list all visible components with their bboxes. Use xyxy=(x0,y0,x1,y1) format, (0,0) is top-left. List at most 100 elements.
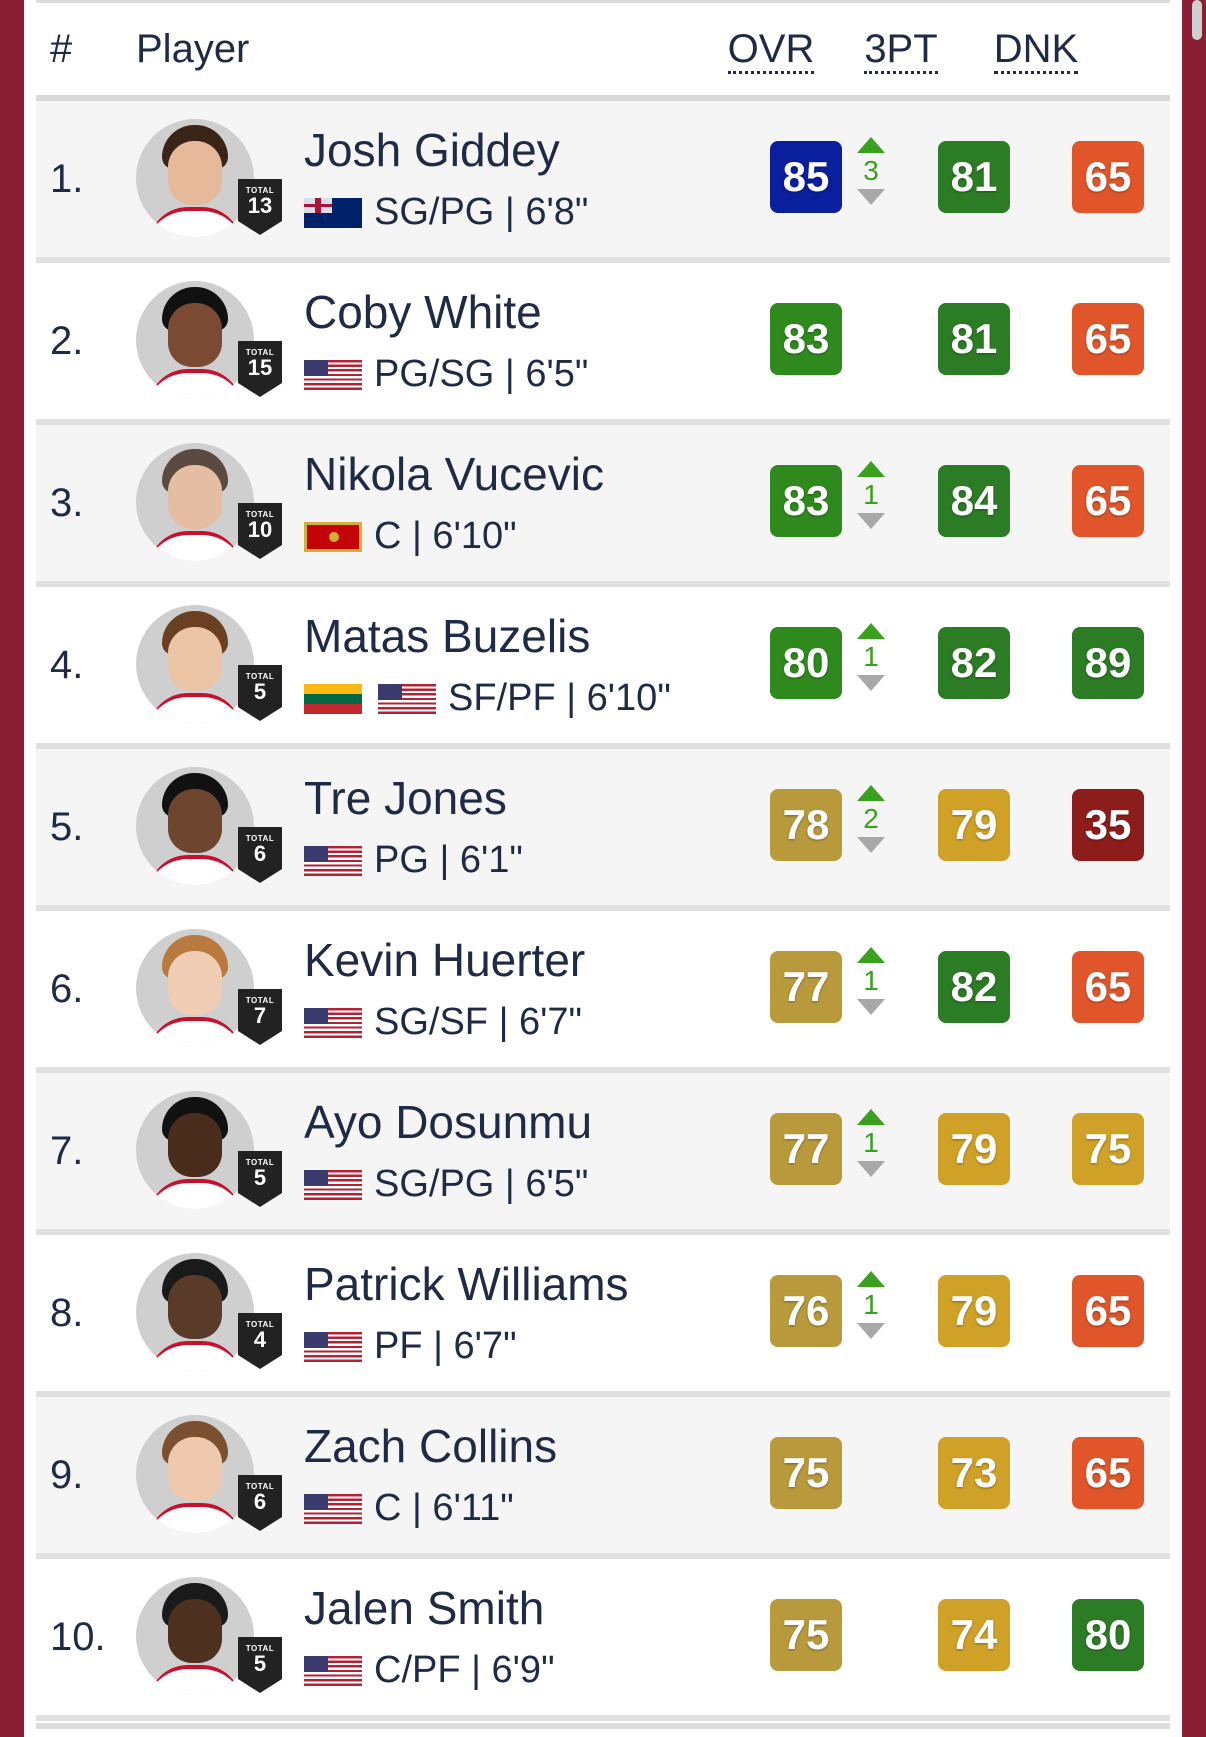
face-shape xyxy=(168,1275,222,1339)
player-info: SG/PG | 6'5" xyxy=(304,1163,588,1206)
player-avatar[interactable] xyxy=(136,1577,254,1695)
flag-icon-us xyxy=(304,1331,362,1362)
arrow-up-icon xyxy=(857,1109,885,1125)
position-height: SG/PG | 6'5" xyxy=(374,1163,589,1205)
player-row[interactable]: 4. TOTAL 5 Matas Buzelis SF/PF | 6'10" 80 1 82 8… xyxy=(36,587,1170,749)
player-row[interactable]: 5. TOTAL 6 Tre Jones PG | 6'1" 78 2 79 35 xyxy=(36,749,1170,911)
3pt-rating: 81 xyxy=(938,303,1010,375)
player-name[interactable]: Patrick Williams xyxy=(304,1257,629,1311)
badge-number: 6 xyxy=(253,841,267,866)
player-name[interactable]: Ayo Dosunmu xyxy=(304,1095,592,1149)
rating-change-value: 3 xyxy=(863,155,879,186)
player-row[interactable]: 10. TOTAL 5 Jalen Smith C/PF | 6'9" 75 74 80 xyxy=(36,1559,1170,1721)
player-avatar[interactable] xyxy=(136,443,254,561)
jersey-shape xyxy=(148,1017,242,1047)
badge-number: 7 xyxy=(253,1003,267,1028)
arrow-up-icon xyxy=(857,1271,885,1287)
badge-number: 10 xyxy=(247,517,273,542)
player-name[interactable]: Kevin Huerter xyxy=(304,933,585,987)
player-avatar[interactable] xyxy=(136,1253,254,1371)
badge-number: 6 xyxy=(253,1489,267,1514)
player-avatar[interactable] xyxy=(136,605,254,723)
flag-icon-us xyxy=(304,1655,362,1686)
flag-icon-us xyxy=(378,683,436,714)
3pt-rating: 82 xyxy=(938,627,1010,699)
player-row[interactable]: 9. TOTAL 6 Zach Collins C | 6'11" 75 73 65 xyxy=(36,1397,1170,1559)
player-name[interactable]: Jalen Smith xyxy=(304,1581,544,1635)
player-name[interactable]: Tre Jones xyxy=(304,771,507,825)
player-info: C | 6'11" xyxy=(304,1487,514,1530)
ovr-rating: 77 xyxy=(770,1113,842,1185)
player-avatar[interactable] xyxy=(136,1415,254,1533)
ovr-rating: 80 xyxy=(770,627,842,699)
position-height: SF/PF | 6'10" xyxy=(448,677,671,719)
3pt-rating: 74 xyxy=(938,1599,1010,1671)
ovr-rating: 75 xyxy=(770,1437,842,1509)
roster-panel: # Player OVR 3PT DNK 1. TOTAL 13 Josh Gidde… xyxy=(24,0,1182,1737)
face-shape xyxy=(168,951,222,1015)
arrow-down-icon xyxy=(857,675,885,691)
rating-change-value: 1 xyxy=(863,479,879,510)
rating-change: 1 xyxy=(856,947,886,1027)
rating-change-value: 1 xyxy=(863,1289,879,1320)
scrollbar[interactable] xyxy=(1192,0,1202,40)
face-shape xyxy=(168,303,222,367)
ovr-column-header[interactable]: OVR xyxy=(716,27,826,74)
player-info: C | 6'10" xyxy=(304,515,517,558)
dnk-rating: 65 xyxy=(1072,1437,1144,1509)
ovr-rating: 83 xyxy=(770,303,842,375)
player-avatar[interactable] xyxy=(136,281,254,399)
player-info: PG/SG | 6'5" xyxy=(304,353,588,396)
dnk-rating: 65 xyxy=(1072,465,1144,537)
player-list: 1. TOTAL 13 Josh Giddey SG/PG | 6'8" 85 3 81 65 2… xyxy=(36,101,1170,1721)
badge-number: 5 xyxy=(253,679,267,704)
bottom-divider xyxy=(36,1723,1170,1729)
player-name[interactable]: Matas Buzelis xyxy=(304,609,590,663)
face-shape xyxy=(168,1113,222,1177)
player-name[interactable]: Coby White xyxy=(304,285,542,339)
player-row[interactable]: 6. TOTAL 7 Kevin Huerter SG/SF | 6'7" 77 1 82 65 xyxy=(36,911,1170,1073)
arrow-up-icon xyxy=(857,623,885,639)
player-info: SF/PF | 6'10" xyxy=(304,677,671,720)
player-row[interactable]: 8. TOTAL 4 Patrick Williams PF | 6'7" 76 1 79 65 xyxy=(36,1235,1170,1397)
3pt-column-header[interactable]: 3PT xyxy=(846,27,956,74)
rating-change-value: 1 xyxy=(863,1127,879,1158)
3pt-rating: 79 xyxy=(938,789,1010,861)
player-name[interactable]: Zach Collins xyxy=(304,1419,557,1473)
arrow-up-icon xyxy=(857,137,885,153)
arrow-up-icon xyxy=(857,461,885,477)
total-badge: TOTAL 5 xyxy=(238,1637,282,1693)
badge-number: 13 xyxy=(247,193,273,218)
ovr-rating: 75 xyxy=(770,1599,842,1671)
player-row[interactable]: 1. TOTAL 13 Josh Giddey SG/PG | 6'8" 85 3 81 65 xyxy=(36,101,1170,263)
flag-icon-lt xyxy=(304,683,362,714)
3pt-rating: 81 xyxy=(938,141,1010,213)
total-badge: TOTAL 7 xyxy=(238,989,282,1045)
flag-icon-us xyxy=(304,1493,362,1524)
total-badge: TOTAL 15 xyxy=(238,341,282,397)
position-height: C | 6'10" xyxy=(374,515,517,557)
player-avatar[interactable] xyxy=(136,767,254,885)
player-avatar[interactable] xyxy=(136,119,254,237)
face-shape xyxy=(168,627,222,691)
3pt-rating: 79 xyxy=(938,1113,1010,1185)
player-avatar[interactable] xyxy=(136,929,254,1047)
total-badge: TOTAL 4 xyxy=(238,1313,282,1369)
player-name[interactable]: Josh Giddey xyxy=(304,123,560,177)
rank-number: 3. xyxy=(50,481,84,525)
player-row[interactable]: 2. TOTAL 15 Coby White PG/SG | 6'5" 83 81 65 xyxy=(36,263,1170,425)
flag-icon-us xyxy=(304,1169,362,1200)
jersey-shape xyxy=(148,1665,242,1695)
dnk-column-header[interactable]: DNK xyxy=(981,27,1091,74)
player-row[interactable]: 7. TOTAL 5 Ayo Dosunmu SG/PG | 6'5" 77 1 79 75 xyxy=(36,1073,1170,1235)
dnk-rating: 89 xyxy=(1072,627,1144,699)
total-badge: TOTAL 5 xyxy=(238,1151,282,1207)
dnk-rating: 80 xyxy=(1072,1599,1144,1671)
player-info: PF | 6'7" xyxy=(304,1325,517,1368)
rank-number: 8. xyxy=(50,1291,84,1335)
total-badge: TOTAL 13 xyxy=(238,179,282,235)
total-badge: TOTAL 5 xyxy=(238,665,282,721)
player-avatar[interactable] xyxy=(136,1091,254,1209)
player-row[interactable]: 3. TOTAL 10 Nikola Vucevic C | 6'10" 83 1 84 65 xyxy=(36,425,1170,587)
player-name[interactable]: Nikola Vucevic xyxy=(304,447,604,501)
